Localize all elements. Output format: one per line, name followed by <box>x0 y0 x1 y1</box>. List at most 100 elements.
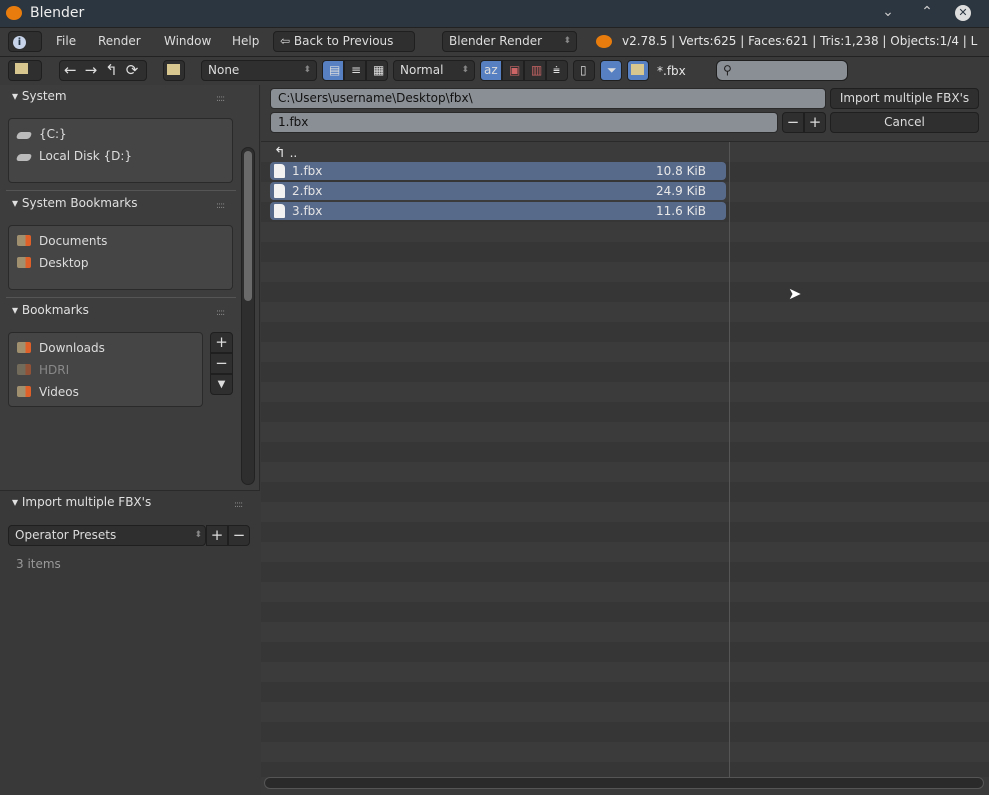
bookmark-folder-icon <box>17 235 31 246</box>
filter-toggle-button[interactable]: ⏷ <box>600 60 622 81</box>
bookmark-folder-icon <box>17 364 31 375</box>
decrement-filename-button[interactable]: − <box>782 112 804 133</box>
close-button[interactable]: ✕ <box>955 5 971 21</box>
section-header-operator[interactable]: ▾ Import multiple FBX's <box>12 495 151 509</box>
parent-dir-icon: ↰ <box>274 145 286 161</box>
list-item[interactable]: Local Disk {D:} <box>15 149 132 163</box>
cancel-button[interactable]: Cancel <box>830 112 979 133</box>
remove-bookmark-button[interactable]: − <box>210 353 233 374</box>
add-preset-button[interactable]: + <box>206 525 228 546</box>
minus-icon: − <box>215 354 228 372</box>
refresh-icon[interactable]: ⟳ <box>126 61 147 79</box>
section-header-system-bookmarks[interactable]: ▾ System Bookmarks <box>12 196 137 210</box>
drag-handle-icon[interactable]: :::: <box>216 94 225 104</box>
list-item[interactable]: HDRI <box>17 363 69 377</box>
item-count: 3 items <box>16 557 61 571</box>
remove-preset-button[interactable]: − <box>228 525 250 546</box>
minus-icon: − <box>786 113 800 131</box>
maximize-button[interactable]: ⌃ <box>917 4 937 20</box>
forward-arrow-icon[interactable]: → <box>85 61 106 79</box>
menu-file[interactable]: File <box>56 34 76 48</box>
filter-funnel-icon: ⏷ <box>607 63 617 77</box>
updown-icon: ⬍ <box>194 530 202 540</box>
file-browser: C:\Users\username\Desktop\fbx\ 1.fbx − +… <box>261 85 989 795</box>
window-title: Blender <box>30 5 85 21</box>
sort-alpha-button[interactable]: az <box>480 60 502 81</box>
list-item[interactable]: Videos <box>17 385 79 399</box>
menu-window[interactable]: Window <box>164 34 211 48</box>
directory-path-input[interactable]: C:\Users\username\Desktop\fbx\ <box>270 88 826 109</box>
sort-type-icon: ▣ <box>509 63 521 77</box>
back-to-previous-button[interactable]: ⇦ Back to Previous <box>273 31 415 52</box>
display-size-value: Normal <box>400 63 444 77</box>
editor-type-button[interactable] <box>8 60 42 81</box>
bookmark-folder-icon <box>17 386 31 397</box>
display-size-select[interactable]: Normal ⬍ <box>393 60 475 81</box>
list-item[interactable]: {C:} <box>15 127 67 141</box>
sort-type-button[interactable]: ▣ <box>502 60 524 81</box>
plus-icon: + <box>210 526 224 544</box>
sidebar-scrollbar[interactable] <box>241 147 255 485</box>
bookmark-menu-button[interactable]: ▼ <box>210 374 233 395</box>
parent-directory-item[interactable]: ↰ .. <box>274 145 297 161</box>
filename-input[interactable]: 1.fbx <box>270 112 778 133</box>
display-short-list-button[interactable]: ▤ <box>322 60 344 81</box>
info-icon: i <box>13 36 26 49</box>
updown-icon: ⬍ <box>303 65 311 75</box>
drag-handle-icon[interactable]: :::: <box>216 308 225 318</box>
minimize-button[interactable]: ⌄ <box>878 4 898 20</box>
editor-type-button[interactable]: i <box>8 31 42 52</box>
sidebar: ▾ System :::: {C:} Local Disk {D:} ▾ Sys… <box>0 85 260 795</box>
back-arrow-icon[interactable]: ← <box>64 61 85 79</box>
display-thumbnails-button[interactable]: ▦ <box>366 60 388 81</box>
filter-glob-text[interactable]: *.fbx <box>657 64 686 78</box>
parent-dir-icon[interactable]: ↰ <box>105 61 126 79</box>
operator-presets-select[interactable]: Operator Presets ⬍ <box>8 525 206 546</box>
file-row[interactable]: 2.fbx 24.9 KiB <box>270 182 726 200</box>
sort-date-button[interactable]: ▥ <box>524 60 546 81</box>
filter-folder-button[interactable] <box>627 60 649 81</box>
navigation-buttons[interactable]: ←→↰⟳ <box>59 60 147 81</box>
list-item[interactable]: Desktop <box>17 256 89 270</box>
horizontal-scrollbar[interactable] <box>264 777 984 789</box>
add-bookmark-button[interactable]: + <box>210 332 233 353</box>
render-engine-select[interactable]: Blender Render ⬍ <box>442 31 577 52</box>
file-list: ↰ .. 1.fbx 10.8 KiB 2.fbx 24.9 KiB 3.fbx 11… <box>261 141 989 777</box>
section-header-bookmarks[interactable]: ▾ Bookmarks <box>12 303 89 317</box>
menu-render[interactable]: Render <box>98 34 141 48</box>
render-engine-value: Blender Render <box>449 34 543 48</box>
sort-date-icon: ▥ <box>531 63 543 77</box>
file-row[interactable]: 3.fbx 11.6 KiB <box>270 202 726 220</box>
system-bookmarks-list: Documents Desktop <box>8 225 233 290</box>
display-long-list-button[interactable]: ≡ <box>344 60 366 81</box>
search-icon: ⚲ <box>723 63 732 77</box>
sort-alpha-icon: az <box>484 63 498 77</box>
new-folder-icon <box>167 64 180 75</box>
recent-select[interactable]: None ⬍ <box>201 60 317 81</box>
dropdown-icon: ▼ <box>217 379 226 390</box>
section-header-system[interactable]: ▾ System <box>12 89 67 103</box>
list-item[interactable]: Downloads <box>17 341 105 355</box>
file-row[interactable]: 1.fbx 10.8 KiB <box>270 162 726 180</box>
title-bar: Blender ⌄ ⌃ ✕ <box>0 0 989 28</box>
drive-icon <box>15 132 33 139</box>
sort-size-button[interactable]: ⩧ <box>546 60 568 81</box>
drag-handle-icon[interactable]: :::: <box>234 500 243 510</box>
hide-dot-files-button[interactable]: ▯ <box>573 60 595 81</box>
menu-help[interactable]: Help <box>232 34 259 48</box>
list-item[interactable]: Documents <box>17 234 107 248</box>
new-folder-button[interactable] <box>163 60 185 81</box>
updown-icon: ⬍ <box>461 65 469 75</box>
file-browser-icon <box>15 63 28 74</box>
sort-size-icon: ⩧ <box>553 63 561 77</box>
divider <box>6 297 236 298</box>
drag-handle-icon[interactable]: :::: <box>216 201 225 211</box>
search-input[interactable]: ⚲ <box>716 60 848 81</box>
increment-filename-button[interactable]: + <box>804 112 826 133</box>
scrollbar-thumb[interactable] <box>244 151 252 301</box>
operator-panel: ▾ Import multiple FBX's :::: Operator Pr… <box>0 490 260 795</box>
file-icon: ▯ <box>580 63 587 77</box>
import-button[interactable]: Import multiple FBX's <box>830 88 979 109</box>
blender-logo-icon <box>6 6 22 20</box>
recent-value: None <box>208 63 240 77</box>
